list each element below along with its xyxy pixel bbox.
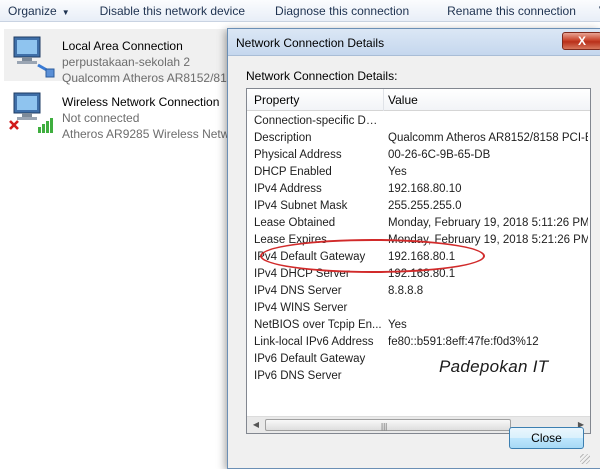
table-row[interactable]: IPv4 DNS Server 8.8.8.8 (247, 284, 590, 301)
network-connection-details-dialog: Network Connection Details X Network Con… (227, 28, 600, 469)
wireless-network-icon (9, 92, 53, 133)
disable-device-button[interactable]: Disable this network device (92, 4, 267, 18)
watermark-text: Padepokan IT (439, 357, 549, 376)
connection-network: perpustakaan-sekolah 2 (62, 55, 191, 69)
dropdown-caret-icon: ▼ (61, 7, 70, 17)
connection-name: Local Area Connection (62, 39, 183, 53)
close-button[interactable]: Close (509, 427, 584, 449)
rename-connection-button[interactable]: Rename this connection (439, 4, 591, 18)
row-value: Yes (388, 319, 407, 331)
scroll-left-icon[interactable]: ◀ (248, 418, 264, 432)
table-row[interactable]: Link-local IPv6 Address fe80::b591:8eff:4… (247, 335, 590, 352)
organize-label: Organize (8, 3, 57, 18)
row-property: Lease Obtained (254, 217, 336, 229)
row-property: Physical Address (254, 149, 342, 161)
row-property: IPv4 Address (254, 183, 322, 195)
row-value: Monday, February 19, 2018 5:11:26 PM (388, 217, 588, 229)
row-property: Description (254, 132, 312, 144)
table-row[interactable]: IPv4 Address 192.168.80.10 (247, 182, 590, 199)
row-property: IPv4 WINS Server (254, 302, 348, 314)
row-value: 8.8.8.8 (388, 285, 424, 297)
table-row[interactable]: IPv4 Subnet Mask 255.255.255.0 (247, 199, 590, 216)
row-property: NetBIOS over Tcpip En... (254, 319, 382, 331)
table-row[interactable]: NetBIOS over Tcpip En... Yes (247, 318, 590, 335)
toolbar-overflow-button[interactable]: V (591, 4, 600, 18)
table-row[interactable]: Description Qualcomm Atheros AR8152/8158 … (247, 131, 590, 148)
explorer-toolbar: Organize ▼ Disable this network device Di… (0, 0, 600, 22)
table-row[interactable]: DHCP Enabled Yes (247, 165, 590, 182)
row-value: Yes (388, 166, 407, 178)
row-property: Link-local IPv6 Address (254, 336, 374, 348)
connection-item-wireless[interactable]: Wireless Network Connection Not connecte… (4, 85, 244, 141)
row-property: Connection-specific DN... (254, 115, 382, 127)
column-header-value[interactable]: Value (388, 93, 418, 107)
wired-network-icon (13, 36, 55, 78)
row-property: DHCP Enabled (254, 166, 332, 178)
connection-status: Not connected (62, 111, 140, 125)
connection-name: Wireless Network Connection (62, 95, 220, 109)
connection-item-local-area[interactable]: Local Area Connection perpustakaan-sekol… (4, 29, 244, 85)
table-row[interactable]: IPv4 WINS Server (247, 301, 590, 318)
row-value: 00-26-6C-9B-65-DB (388, 149, 491, 161)
row-property: IPv6 Default Gateway (254, 353, 366, 365)
dialog-title: Network Connection Details (236, 36, 385, 50)
row-value: 255.255.255.0 (388, 200, 462, 212)
column-separator[interactable] (383, 89, 384, 111)
connection-adapter: Qualcomm Atheros AR8152/815 (62, 71, 234, 85)
listview-header: Property Value (247, 89, 590, 111)
row-value: fe80::b591:8eff:47fe:f0d3%12 (388, 336, 539, 348)
row-value: Qualcomm Atheros AR8152/8158 PCI-E I (388, 132, 588, 144)
highlight-annotation (260, 239, 485, 273)
row-property: IPv4 Subnet Mask (254, 200, 348, 212)
connection-adapter: Atheros AR9285 Wireless Netwo (62, 127, 237, 141)
scrollbar-thumb[interactable]: ||| (265, 419, 511, 431)
table-row[interactable]: Lease Obtained Monday, February 19, 2018 … (247, 216, 590, 233)
column-header-property[interactable]: Property (254, 93, 299, 107)
row-value: 192.168.80.10 (388, 183, 462, 195)
organize-menu[interactable]: Organize ▼ (0, 4, 92, 18)
table-row[interactable]: Physical Address 00-26-6C-9B-65-DB (247, 148, 590, 165)
grip-icon: ||| (381, 422, 388, 431)
details-heading: Network Connection Details: (246, 69, 398, 83)
dialog-titlebar[interactable]: Network Connection Details X (228, 29, 600, 56)
row-property: IPv4 DNS Server (254, 285, 342, 297)
row-property: IPv6 DNS Server (254, 370, 342, 382)
diagnose-connection-button[interactable]: Diagnose this connection (267, 4, 439, 18)
resize-grip-icon[interactable] (580, 454, 590, 464)
table-row[interactable]: Connection-specific DN... (247, 114, 590, 131)
details-listview[interactable]: Property Value Connection-specific DN...… (246, 88, 591, 434)
window-close-icon[interactable]: X (562, 32, 600, 50)
